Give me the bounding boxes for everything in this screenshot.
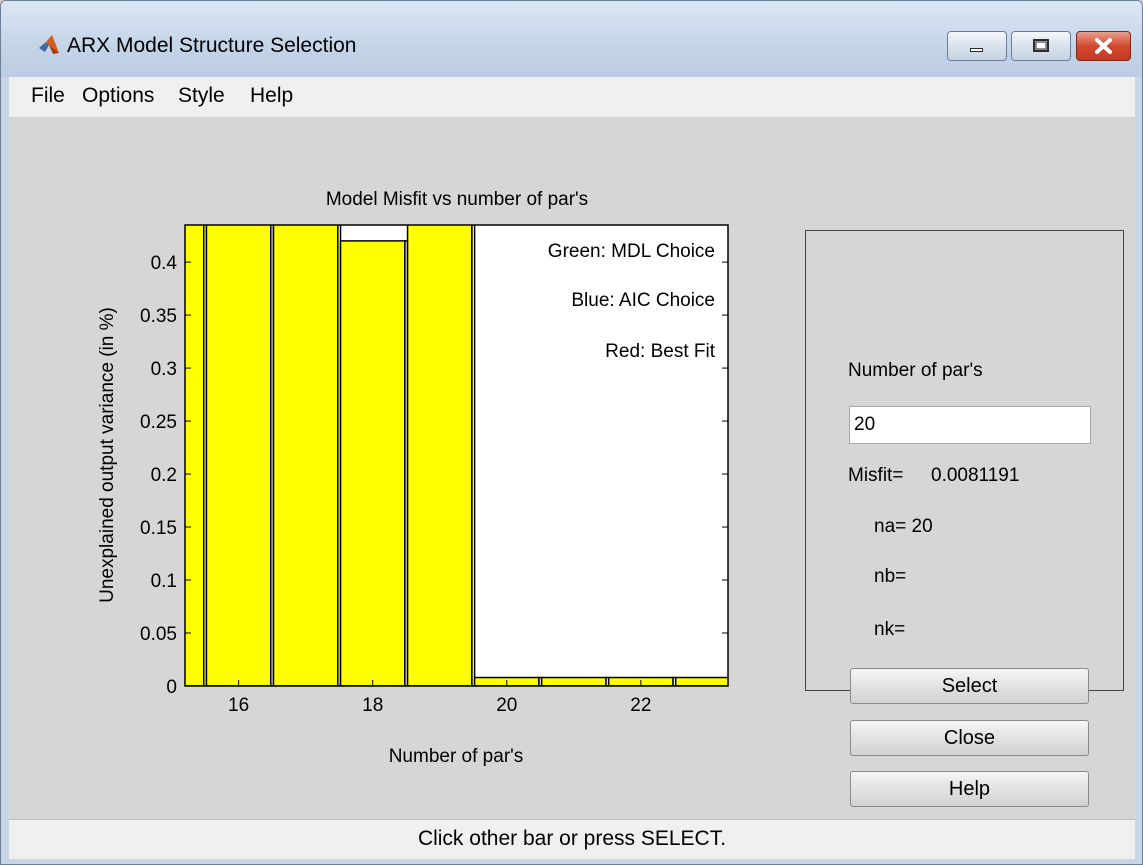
maximize-icon xyxy=(1033,39,1049,52)
y-tick-label: 0.25 xyxy=(140,412,177,433)
structure-panel: Number of par's Misfit= 0.0081191 na= 20… xyxy=(805,230,1124,807)
y-tick-label: 0.1 xyxy=(151,571,177,592)
menu-help[interactable]: Help xyxy=(250,84,293,108)
bar-gap-23 xyxy=(740,678,743,686)
minimize-icon xyxy=(970,48,983,52)
minimize-button[interactable] xyxy=(947,31,1007,61)
menu-bar: File Options Style Help xyxy=(9,77,1135,117)
status-text: Click other bar or press SELECT. xyxy=(417,827,727,850)
bar-19[interactable] xyxy=(406,172,473,686)
x-tick-label: 22 xyxy=(630,695,651,716)
bar-18[interactable] xyxy=(339,240,406,686)
legend-aic: Blue: AIC Choice xyxy=(571,290,715,311)
npars-label: Number of par's xyxy=(848,360,983,381)
figure-area: Model Misfit vs number of par's 0 0.05 0.1… xyxy=(9,117,1135,819)
nk-value: nk= xyxy=(874,619,906,640)
menu-file[interactable]: File xyxy=(31,84,65,108)
y-tick-label: 0.3 xyxy=(151,359,177,380)
bar-gap-19 xyxy=(471,225,476,686)
bar-21[interactable] xyxy=(540,676,607,686)
status-bar: Click other bar or press SELECT. xyxy=(9,819,1135,859)
y-axis-label: Unexplained output variance (in %) xyxy=(97,307,118,603)
menu-options[interactable]: Options xyxy=(82,84,154,108)
na-value: na= 20 xyxy=(874,516,933,537)
menu-style[interactable]: Style xyxy=(178,84,225,108)
close-icon xyxy=(1095,38,1112,54)
bar-17[interactable] xyxy=(272,172,339,686)
y-tick-label: 0.05 xyxy=(140,624,177,645)
x-tick-label: 20 xyxy=(496,695,517,716)
x-axis-label: Number of par's xyxy=(389,746,524,767)
title-bar[interactable]: ARX Model Structure Selection xyxy=(1,1,1142,77)
matlab-logo-icon xyxy=(39,35,59,54)
chart-title: Model Misfit vs number of par's xyxy=(326,189,588,210)
x-tick-label: 18 xyxy=(362,695,383,716)
misfit-chart: Model Misfit vs number of par's 0 0.05 0.1… xyxy=(97,172,743,767)
close-dialog-button[interactable]: Close xyxy=(850,720,1089,756)
legend-best: Red: Best Fit xyxy=(605,341,716,362)
nb-value: nb= xyxy=(874,566,907,587)
y-tick-label: 0.15 xyxy=(140,518,177,539)
close-button[interactable] xyxy=(1076,31,1131,61)
legend-mdl: Green: MDL Choice xyxy=(548,241,715,262)
misfit-value: 0.0081191 xyxy=(931,465,1020,486)
npars-input[interactable] xyxy=(849,406,1091,444)
y-tick-label: 0.35 xyxy=(140,306,177,327)
bar-23[interactable] xyxy=(674,676,740,686)
window-title: ARX Model Structure Selection xyxy=(67,34,357,57)
maximize-button[interactable] xyxy=(1011,31,1071,61)
y-tick-label: 0.2 xyxy=(151,465,177,486)
y-tick-label: 0 xyxy=(166,677,177,698)
app-window: ARX Model Structure Selection File Optio… xyxy=(0,0,1143,865)
help-button[interactable]: Help xyxy=(850,771,1089,807)
x-tick-label: 16 xyxy=(228,695,249,716)
misfit-label: Misfit= xyxy=(848,465,904,486)
bar-16[interactable] xyxy=(205,172,272,686)
y-tick-label: 0.4 xyxy=(151,253,178,274)
select-button[interactable]: Select xyxy=(850,668,1089,704)
